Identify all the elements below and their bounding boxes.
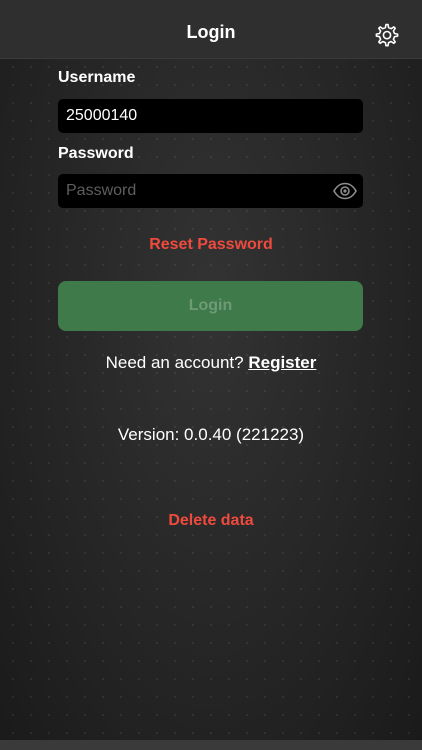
delete-data-button[interactable]: Delete data bbox=[0, 512, 422, 530]
page-title: Login bbox=[186, 22, 236, 42]
username-field-container bbox=[58, 99, 363, 133]
register-prompt-text: Need an account? bbox=[105, 353, 244, 372]
password-label: Password bbox=[58, 145, 134, 162]
register-prompt: Need an account? Register bbox=[0, 353, 422, 373]
navigation-bar: Login bbox=[0, 0, 422, 59]
version-text: Version: 0.0.40 (221223) bbox=[117, 425, 305, 444]
username-input[interactable] bbox=[58, 99, 363, 133]
password-input[interactable] bbox=[58, 174, 363, 208]
eye-icon[interactable] bbox=[333, 181, 357, 201]
gear-icon[interactable] bbox=[374, 22, 400, 48]
username-label: Username bbox=[58, 69, 136, 86]
login-screen: Login Username Password Reset Password L… bbox=[0, 0, 422, 750]
register-link[interactable]: Register bbox=[248, 353, 316, 372]
reset-password-link[interactable]: Reset Password bbox=[0, 236, 422, 254]
password-field-container bbox=[58, 174, 363, 208]
login-button[interactable]: Login bbox=[58, 281, 363, 331]
bottom-bar bbox=[0, 740, 422, 750]
